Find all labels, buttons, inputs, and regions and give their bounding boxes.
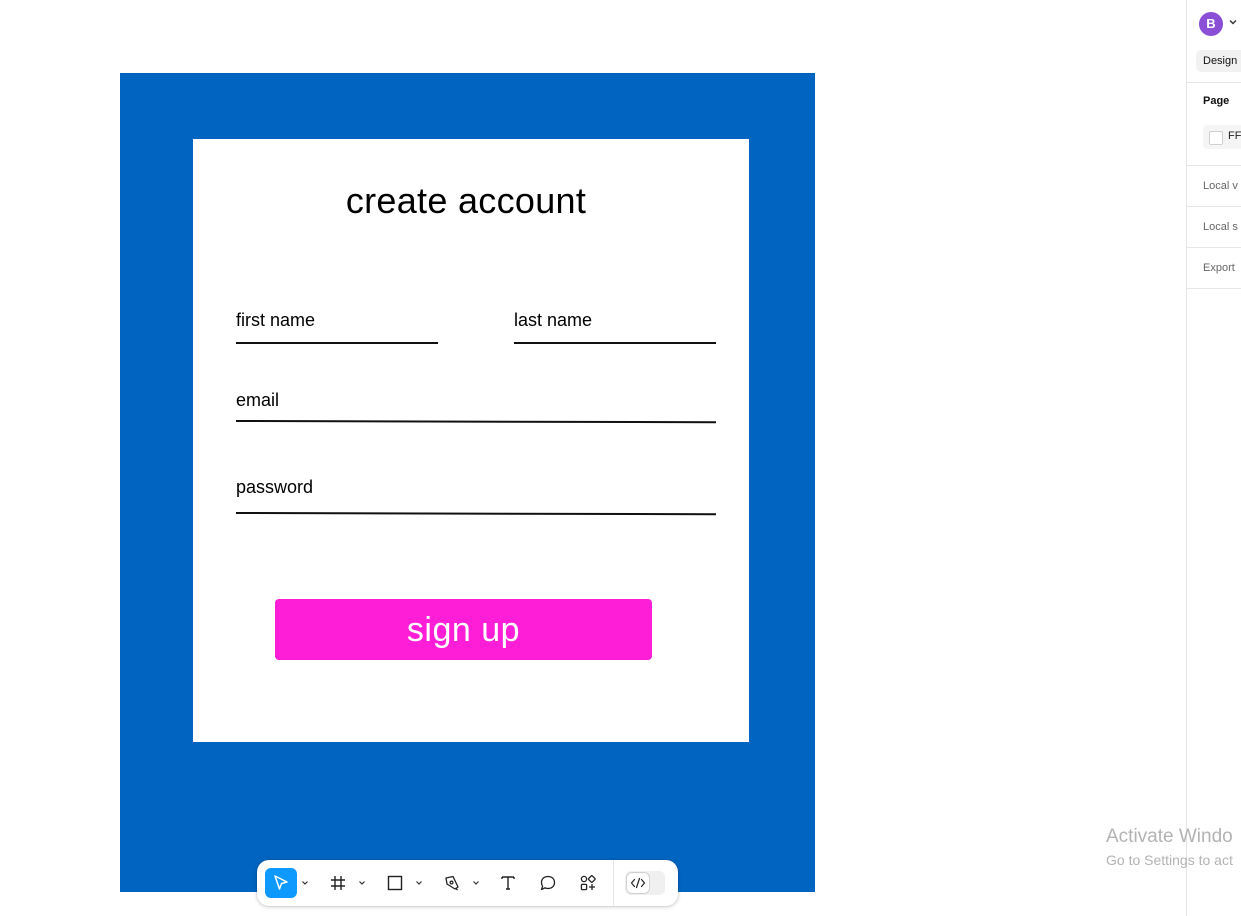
chevron-down-icon[interactable] [301, 879, 309, 887]
local-styles-section[interactable]: Local s [1203, 221, 1238, 233]
design-canvas[interactable]: create account first name last name emai… [0, 0, 1186, 916]
pen-icon [445, 875, 459, 891]
password-label: password [236, 477, 314, 497]
pen-tool-button[interactable] [436, 868, 468, 898]
sign-up-button[interactable]: sign up [275, 599, 652, 660]
local-variables-section[interactable]: Local v [1203, 180, 1238, 192]
email-label: email [236, 390, 280, 410]
activation-watermark-subtitle: Go to Settings to act [1106, 852, 1233, 868]
bottom-toolbar [257, 860, 678, 906]
comment-icon [540, 875, 556, 891]
avatar[interactable]: B [1199, 12, 1223, 36]
export-section[interactable]: Export [1203, 262, 1235, 274]
tab-design[interactable]: Design [1196, 50, 1241, 72]
last-name-underline [514, 342, 716, 344]
toolbar-divider [613, 860, 614, 906]
page-color-swatch[interactable] [1209, 131, 1223, 145]
first-name-label: first name [236, 310, 316, 330]
page-color-value[interactable]: FF [1228, 130, 1241, 142]
text-icon [501, 876, 515, 890]
chevron-down-icon[interactable] [472, 879, 480, 887]
first-name-underline [236, 342, 438, 344]
last-name-label: last name [514, 310, 593, 330]
activation-watermark-title: Activate Windo [1106, 826, 1233, 847]
comment-tool-button[interactable] [532, 868, 564, 898]
rectangle-icon [387, 875, 403, 891]
shape-tool-button[interactable] [379, 868, 411, 898]
frame-icon [331, 876, 345, 890]
text-tool-button[interactable] [492, 868, 524, 898]
resources-icon [580, 875, 596, 891]
form-title: create account [345, 180, 587, 221]
move-tool-button[interactable] [265, 868, 297, 898]
frame-tool-button[interactable] [322, 868, 354, 898]
panel-divider [1187, 82, 1241, 83]
code-icon [630, 877, 646, 889]
panel-divider [1187, 247, 1241, 248]
chevron-down-icon[interactable] [358, 879, 366, 887]
properties-panel: B Design Page FF Local v Local s Export [1186, 0, 1241, 916]
chevron-down-icon[interactable] [1228, 17, 1238, 27]
resources-tool-button[interactable] [572, 868, 604, 898]
dev-mode-knob [627, 873, 649, 893]
panel-divider [1187, 288, 1241, 289]
panel-divider [1187, 206, 1241, 207]
chevron-down-icon[interactable] [415, 879, 423, 887]
cursor-icon [274, 875, 288, 890]
panel-divider [1187, 165, 1241, 166]
page-section-heading: Page [1203, 95, 1230, 107]
dev-mode-toggle[interactable] [625, 871, 665, 895]
page-color-row[interactable]: FF [1203, 125, 1241, 149]
